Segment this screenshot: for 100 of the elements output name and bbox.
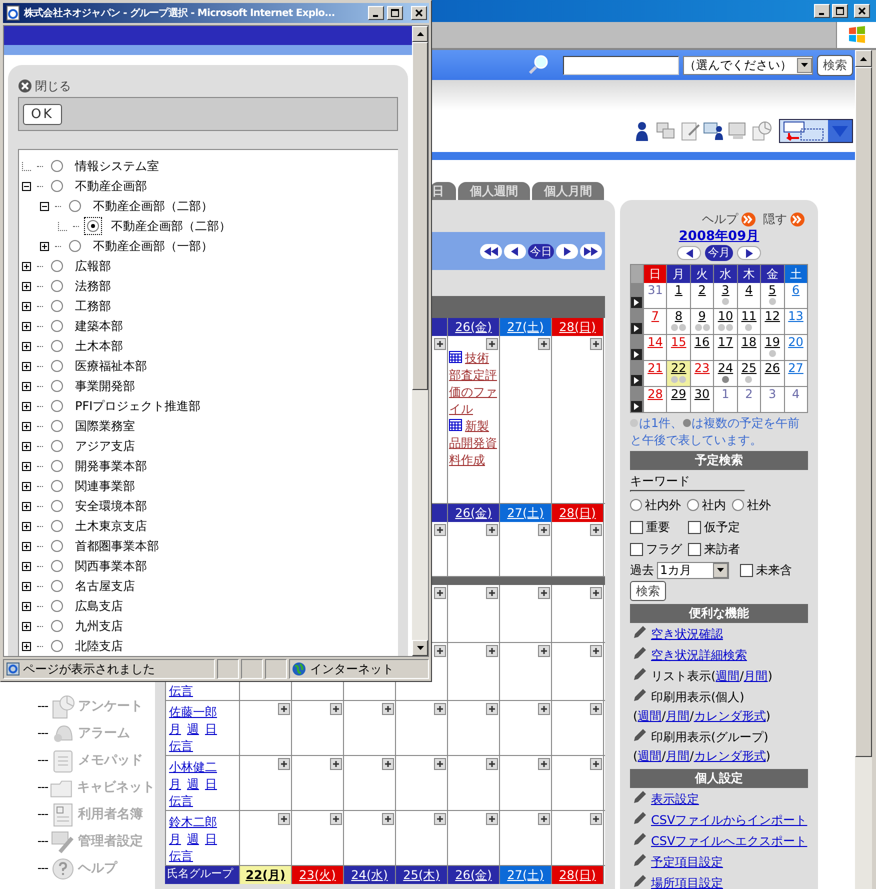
add-icon[interactable] [538, 338, 550, 350]
add-icon[interactable] [434, 813, 446, 825]
checkbox[interactable] [630, 520, 643, 534]
tree-item-label[interactable]: 安全環境本部 [75, 497, 147, 515]
radio-button[interactable] [51, 440, 63, 452]
up-arrow-icon[interactable] [416, 32, 424, 36]
expand-icon[interactable] [22, 442, 31, 450]
radio-button[interactable] [51, 560, 63, 572]
week-arrow-icon[interactable] [631, 401, 642, 412]
link[interactable]: 場所項目設定 [651, 874, 723, 889]
link[interactable]: カレンダ形式 [694, 707, 766, 726]
calendar-day[interactable]: 2 [736, 387, 760, 412]
add-icon[interactable] [590, 524, 602, 536]
expand-icon[interactable] [22, 482, 31, 490]
view-link[interactable]: 週 [187, 721, 199, 738]
calendar-day[interactable]: 16 [690, 335, 714, 360]
radio-button[interactable] [51, 640, 63, 652]
add-icon[interactable] [486, 645, 498, 657]
tree-item-label[interactable]: 広島支店 [75, 597, 123, 615]
link[interactable]: 空き状況詳細検索 [651, 646, 747, 665]
radio-button[interactable] [51, 620, 63, 632]
tree-item-label[interactable]: 関連事業部 [75, 477, 135, 495]
add-icon[interactable] [486, 813, 498, 825]
radio-button[interactable] [51, 460, 63, 472]
close-icon[interactable] [858, 7, 866, 15]
radio-button[interactable] [51, 520, 63, 532]
member-name[interactable]: 鈴木二郎 [169, 814, 236, 831]
up-arrow-icon[interactable] [860, 56, 867, 60]
add-icon[interactable] [382, 813, 394, 825]
scope-select[interactable]: （選んでください） [683, 56, 813, 74]
calendar-day[interactable]: 4 [784, 387, 807, 412]
tree-item-label[interactable]: 工務部 [75, 297, 111, 315]
calendar-day[interactable]: 1 [713, 387, 737, 412]
calendar-day[interactable]: 18 [736, 335, 760, 360]
calendar-day[interactable]: 3 [760, 387, 784, 412]
search-button[interactable]: 検索 [817, 54, 853, 76]
scroll-thumb[interactable] [855, 67, 872, 757]
tree-item-label[interactable]: 首都圏事業本部 [75, 537, 159, 555]
layout-switch-button[interactable] [779, 119, 853, 143]
add-icon[interactable] [486, 587, 498, 599]
last-button[interactable] [580, 244, 602, 258]
minimize-button[interactable] [368, 6, 384, 20]
link[interactable]: 月間 [744, 667, 768, 686]
collapse-icon[interactable] [40, 202, 49, 210]
collapse-icon[interactable] [22, 182, 31, 190]
link[interactable]: 予定項目設定 [651, 853, 723, 872]
view-link[interactable]: 月 [169, 776, 181, 793]
scrollbar[interactable] [855, 50, 872, 889]
event-link[interactable]: 技術部査定評価のファイル [449, 350, 498, 418]
tree-item-label[interactable]: 土木東京支店 [75, 517, 147, 535]
week-arrow-icon[interactable] [631, 349, 642, 360]
tree-item-label[interactable]: 北陸支店 [75, 637, 123, 655]
add-icon[interactable] [486, 758, 498, 770]
double-right-arrow-icon[interactable] [584, 246, 598, 256]
down-arrow-icon[interactable] [416, 646, 424, 650]
calendar-day[interactable]: 26 [760, 361, 784, 386]
radio-button[interactable] [687, 499, 699, 511]
day-header[interactable]: 28(日) [552, 866, 604, 884]
add-icon[interactable] [278, 703, 290, 715]
add-icon[interactable] [538, 813, 550, 825]
this-month-button[interactable]: 今月 [705, 245, 733, 261]
view-link[interactable]: 週 [187, 831, 199, 848]
day-header[interactable]: 27(土) [500, 504, 552, 522]
link[interactable]: 空き状況確認 [651, 625, 723, 644]
calendar-day[interactable]: 15 [666, 335, 690, 360]
calendar-day[interactable]: 14 [643, 335, 666, 360]
month-link[interactable]: 2008年09月 [678, 230, 760, 244]
add-icon[interactable] [278, 758, 290, 770]
add-icon[interactable] [590, 758, 602, 770]
add-icon[interactable] [382, 703, 394, 715]
calendar-day[interactable]: 30 [690, 387, 714, 412]
radio-button[interactable] [51, 420, 63, 432]
add-icon[interactable] [278, 813, 290, 825]
add-icon[interactable] [538, 703, 550, 715]
dropdown-icon[interactable] [717, 568, 724, 572]
day-header[interactable]: 26(金) [448, 504, 500, 522]
add-icon[interactable] [486, 338, 498, 350]
week-arrow-icon[interactable] [631, 297, 642, 308]
calendar-day[interactable]: 23 [690, 361, 714, 386]
calendar-day[interactable]: 28 [643, 387, 666, 412]
today-button[interactable]: 今日 [528, 244, 554, 258]
radio-button[interactable] [51, 180, 63, 192]
expand-icon[interactable] [22, 502, 31, 510]
close-button[interactable] [411, 6, 427, 20]
calendar-day[interactable]: 25 [736, 361, 760, 386]
search-field[interactable] [563, 56, 679, 74]
scroll-thumb[interactable] [412, 42, 428, 390]
maximize-button[interactable] [832, 4, 848, 18]
radio-button[interactable] [51, 360, 63, 372]
add-icon[interactable] [590, 703, 602, 715]
day-header[interactable]: 28(日) [552, 318, 604, 336]
add-icon[interactable] [486, 524, 498, 536]
tree-item-label[interactable]: 建築本部 [75, 317, 123, 335]
expand-icon[interactable] [22, 302, 31, 310]
people-list-icon[interactable] [703, 120, 725, 142]
calendar-day[interactable]: 17 [713, 335, 737, 360]
view-link[interactable]: 日 [205, 776, 217, 793]
link[interactable]: 週間 [638, 747, 662, 766]
day-header[interactable]: 24(水) [344, 866, 396, 884]
maximize-icon[interactable] [836, 7, 844, 15]
